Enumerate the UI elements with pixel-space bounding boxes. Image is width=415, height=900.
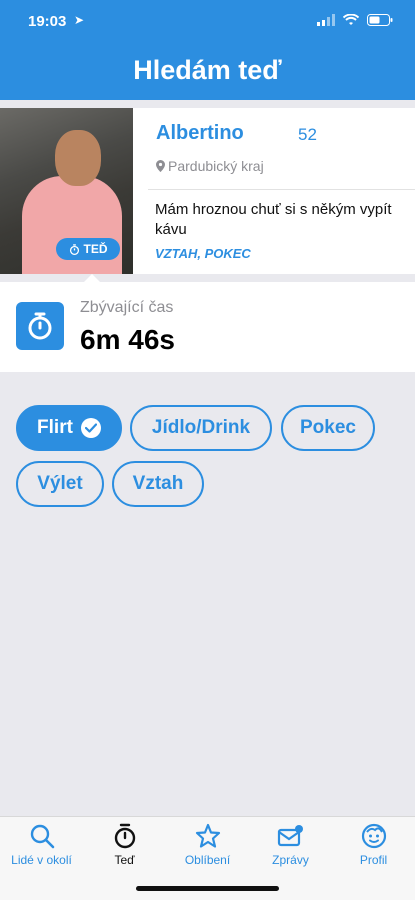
chip-flirt[interactable]: Flirt	[16, 405, 122, 451]
tab-label: Profil	[359, 853, 388, 867]
profile-age: 52	[298, 125, 317, 144]
profile-description: Mám hroznou chuť si s někým vypít kávu	[155, 201, 392, 238]
location-label: Pardubický kraj	[168, 158, 264, 174]
tab-label: Oblíbení	[184, 853, 231, 867]
chip-label: Jídlo/Drink	[151, 417, 251, 438]
profile-interests: VZTAH, POKEC	[155, 246, 251, 261]
chip-label: Pokec	[300, 417, 356, 438]
photo-figure-head	[55, 130, 101, 186]
tab-label: Teď	[114, 853, 135, 867]
location-arrow-icon: ➤	[74, 13, 85, 27]
tab-people-nearby[interactable]: Lidé v okolí	[0, 823, 83, 867]
check-icon	[80, 418, 101, 438]
timer-icon-box	[16, 302, 64, 350]
tab-label: Lidé v okolí	[11, 853, 72, 867]
location-pin-icon	[156, 160, 165, 172]
tab-profile[interactable]: Profil	[332, 823, 415, 867]
timer-value: 6m 46s	[80, 324, 175, 355]
chip-pokec[interactable]: Pokec	[281, 405, 375, 451]
timer-label: Zbývající čas	[80, 299, 174, 316]
signal-icon	[317, 14, 335, 26]
stopwatch-icon	[28, 312, 52, 340]
face-icon	[361, 823, 386, 849]
status-bar: 19:03 ➤	[0, 0, 415, 44]
stopwatch-icon	[69, 243, 79, 255]
profile-card[interactable]: TEĎ Albertino 52 Pardubický kraj Mám hro…	[0, 108, 415, 274]
home-indicator	[136, 886, 279, 891]
mail-icon	[277, 825, 303, 847]
chip-vztah[interactable]: Vztah	[112, 461, 204, 507]
chip-label: Flirt	[37, 417, 73, 438]
profile-location: Pardubický kraj	[156, 158, 264, 174]
chip-label: Vztah	[132, 473, 184, 494]
now-badge: TEĎ	[56, 238, 120, 260]
tab-label: Zprávy	[272, 853, 309, 867]
star-icon	[195, 823, 220, 848]
status-icons	[317, 14, 393, 26]
chip-vylet[interactable]: Výlet	[16, 461, 104, 507]
profile-photo[interactable]: TEĎ	[0, 108, 133, 274]
app-header: 19:03 ➤ Hledám teď	[0, 0, 415, 100]
profile-name: Albertino	[156, 122, 244, 144]
battery-icon	[367, 14, 393, 26]
wifi-icon	[343, 14, 359, 25]
now-badge-label: TEĎ	[83, 242, 108, 256]
status-time: 19:03	[28, 13, 67, 30]
speech-notch	[84, 274, 100, 282]
tab-now[interactable]: Teď	[83, 823, 166, 867]
tab-messages[interactable]: Zprávy	[249, 823, 332, 867]
tab-favorites[interactable]: Oblíbení	[166, 823, 249, 867]
stopwatch-icon	[114, 823, 135, 849]
search-icon	[30, 824, 54, 849]
chip-food-drink[interactable]: Jídlo/Drink	[130, 405, 272, 451]
chip-label: Výlet	[37, 473, 83, 494]
divider	[148, 189, 415, 190]
page-title: Hledám teď	[133, 55, 282, 85]
timer-panel: Zbývající čas 6m 46s	[0, 282, 415, 372]
